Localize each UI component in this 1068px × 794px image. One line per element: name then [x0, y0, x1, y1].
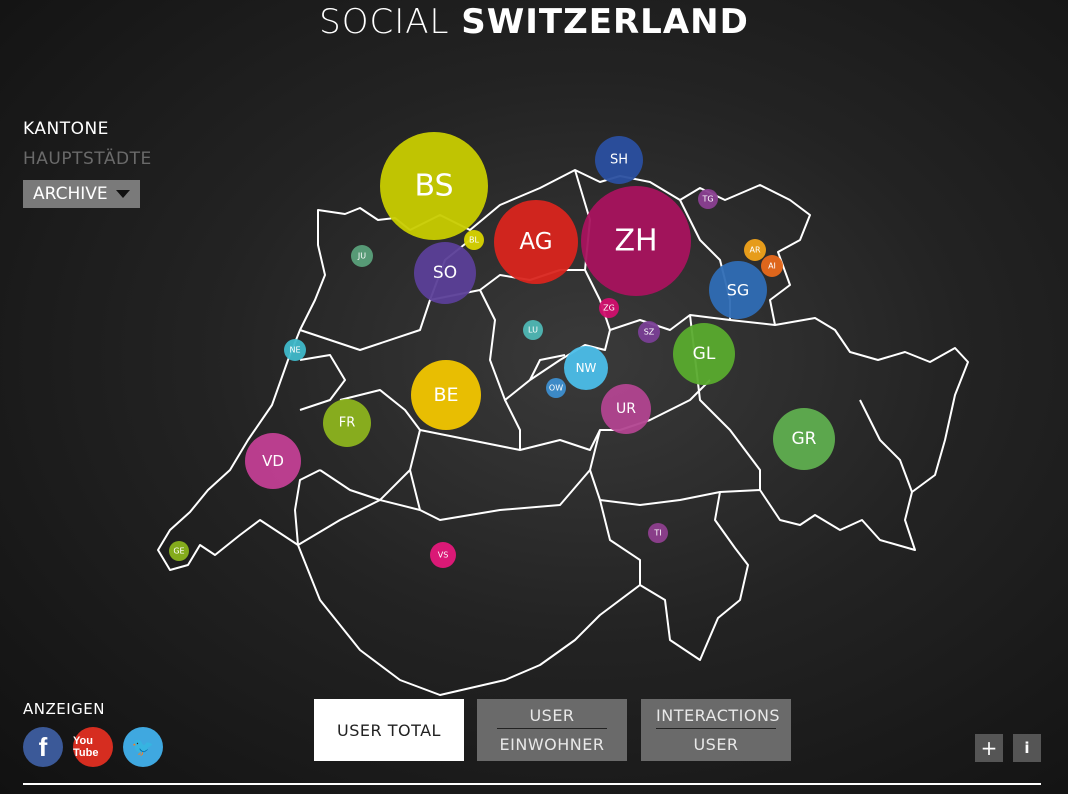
canton-bubble-zg[interactable]: ZG: [599, 298, 619, 318]
canton-label: AI: [768, 262, 776, 271]
canton-bubble-ag[interactable]: AG: [494, 200, 578, 284]
canton-label: GL: [693, 344, 716, 364]
switzerland-map: BS SH TG AG ZH BL JU SO AR AI SG ZG LU SZ GL NE NW OW BE UR…: [157, 132, 969, 696]
canton-bubble-bl[interactable]: BL: [464, 230, 484, 250]
canton-bubble-vd[interactable]: VD: [245, 433, 301, 489]
canton-label: SZ: [644, 328, 655, 337]
canton-bubble-so[interactable]: SO: [414, 242, 476, 304]
canton-label: TI: [653, 529, 661, 538]
canton-bubble-lu[interactable]: LU: [523, 320, 543, 340]
footer-divider: [23, 783, 1041, 785]
canton-label: JU: [357, 252, 366, 261]
user-label: USER: [497, 706, 607, 729]
canton-bubble-sg[interactable]: SG: [709, 261, 767, 319]
canton-label: SO: [433, 263, 457, 283]
canton-bubble-nw[interactable]: NW: [564, 346, 608, 390]
user-total-label: USER TOTAL: [337, 720, 441, 740]
canton-label: AG: [519, 229, 552, 255]
canton-label: NE: [289, 346, 300, 355]
canton-label: GR: [792, 429, 817, 449]
social-links: f You Tube 🐦: [23, 727, 163, 767]
canton-label: BL: [469, 236, 479, 245]
canton-label: SG: [727, 281, 750, 300]
canton-label: UR: [616, 401, 636, 417]
canton-label: BS: [414, 169, 453, 204]
user-per-inhabitant-button[interactable]: USER EINWOHNER: [477, 699, 627, 761]
canton-label: BE: [433, 384, 458, 406]
canton-bubble-ai[interactable]: AI: [761, 255, 783, 277]
canton-label: OW: [549, 384, 563, 393]
interactions-per-user-button[interactable]: INTERACTIONS USER: [641, 699, 791, 761]
interactions-user-label: USER: [693, 735, 739, 754]
canton-bubble-gl[interactable]: GL: [673, 323, 735, 385]
twitter-icon[interactable]: 🐦: [123, 727, 163, 767]
zoom-in-button[interactable]: +: [975, 734, 1003, 762]
einwohner-label: EINWOHNER: [499, 735, 605, 754]
canton-bubble-ne[interactable]: NE: [284, 339, 306, 361]
canton-bubble-ur[interactable]: UR: [601, 384, 651, 434]
facebook-icon[interactable]: f: [23, 727, 63, 767]
canton-bubble-sz[interactable]: SZ: [638, 321, 660, 343]
canton-label: VD: [262, 452, 284, 470]
canton-bubble-tg[interactable]: TG: [698, 189, 718, 209]
canton-label: FR: [339, 416, 356, 431]
canton-bubble-bs[interactable]: BS: [380, 132, 488, 240]
canton-bubble-be[interactable]: BE: [411, 360, 481, 430]
canton-label: LU: [528, 326, 538, 335]
youtube-icon[interactable]: You Tube: [73, 727, 113, 767]
canton-label: NW: [576, 361, 597, 375]
canton-label: ZH: [614, 224, 657, 259]
canton-label: GE: [173, 547, 184, 556]
canton-bubble-ge[interactable]: GE: [169, 541, 189, 561]
canton-label: AR: [749, 246, 760, 255]
canton-label: ZG: [603, 304, 615, 313]
canton-bubble-ju[interactable]: JU: [351, 245, 373, 267]
user-total-button[interactable]: USER TOTAL: [314, 699, 464, 761]
show-label: ANZEIGEN: [23, 700, 105, 718]
info-button[interactable]: i: [1013, 734, 1041, 762]
canton-label: VS: [438, 551, 449, 560]
canton-bubble-vs[interactable]: VS: [430, 542, 456, 568]
canton-bubble-fr[interactable]: FR: [323, 399, 371, 447]
canton-bubble-gr[interactable]: GR: [773, 408, 835, 470]
canton-bubble-sh[interactable]: SH: [595, 136, 643, 184]
canton-bubble-ti[interactable]: TI: [648, 523, 668, 543]
canton-bubble-zh[interactable]: ZH: [581, 186, 691, 296]
canton-label: TG: [701, 195, 713, 204]
canton-label: SH: [610, 153, 628, 168]
canton-bubbles: BS SH TG AG ZH BL JU SO AR AI SG ZG LU SZ GL NE NW OW BE UR…: [169, 132, 835, 568]
canton-bubble-ow[interactable]: OW: [546, 378, 566, 398]
interactions-label: INTERACTIONS: [656, 706, 780, 729]
canton-bubble-ar[interactable]: AR: [744, 239, 766, 261]
